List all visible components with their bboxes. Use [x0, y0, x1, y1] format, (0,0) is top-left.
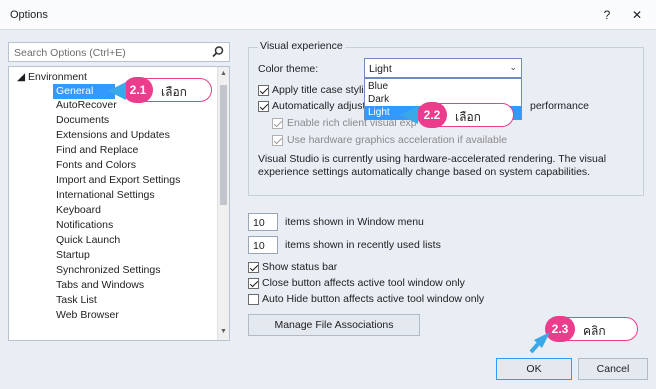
search-icon [212, 46, 224, 58]
tree-item-quick-launch[interactable]: Quick Launch [56, 233, 120, 248]
search-placeholder: Search Options (Ctrl+E) [14, 47, 126, 59]
hardware-accel-label: Use hardware graphics acceleration if av… [287, 134, 508, 146]
visual-experience-label: Visual experience [258, 40, 345, 52]
window-title: Options [10, 9, 48, 21]
cancel-button[interactable]: Cancel [578, 358, 648, 380]
show-status-bar-label: Show status bar [262, 261, 338, 273]
tree-item-find-replace[interactable]: Find and Replace [56, 143, 138, 158]
scroll-thumb[interactable] [220, 85, 227, 205]
close-button-label: Close button affects active tool window … [262, 277, 465, 289]
close-button-checkbox[interactable] [248, 278, 259, 289]
callout-badge: 2.2 [417, 102, 447, 128]
ok-button[interactable]: OK [496, 358, 572, 380]
callout-step-2-3: 2.3 คลิก [545, 316, 638, 342]
theme-option-blue[interactable]: Blue [365, 80, 521, 93]
window-menu-count-label: items shown in Window menu [285, 216, 424, 228]
color-theme-select[interactable]: Light ⌄ [364, 58, 522, 78]
apply-title-case-checkbox[interactable] [258, 85, 269, 96]
tree-item-synchronized[interactable]: Synchronized Settings [56, 263, 160, 278]
pointer-arrow-icon [529, 332, 550, 354]
auto-adjust-label-tail: performance [530, 100, 589, 112]
close-button[interactable]: ✕ [626, 6, 648, 24]
auto-hide-checkbox[interactable] [248, 294, 259, 305]
pointer-arrow-icon [400, 106, 418, 124]
tree-item-notifications[interactable]: Notifications [56, 218, 113, 233]
tree-item-import-export[interactable]: Import and Export Settings [56, 173, 180, 188]
callout-text: เลือก [455, 110, 481, 124]
manage-file-associations-button[interactable]: Manage File Associations [248, 314, 420, 336]
show-status-bar-checkbox[interactable] [248, 262, 259, 273]
callout-text: คลิก [583, 324, 606, 338]
color-theme-label: Color theme: [258, 63, 319, 75]
rendering-info-text: Visual Studio is currently using hardwar… [258, 153, 607, 178]
tree-item-documents[interactable]: Documents [56, 113, 109, 128]
options-dialog: Options ? ✕ Search Options (Ctrl+E) ◢ En… [0, 0, 656, 389]
tree-item-task-list[interactable]: Task List [56, 293, 97, 308]
options-tree[interactable]: ◢ Environment General AutoRecover Docume… [8, 66, 230, 341]
pointer-arrow-icon [108, 82, 126, 100]
tree-item-international[interactable]: International Settings [56, 188, 155, 203]
auto-adjust-checkbox[interactable] [258, 101, 269, 112]
callout-step-2-1: 2.1 เลือก [123, 77, 212, 103]
tree-scrollbar[interactable]: ▲ ▼ [217, 67, 229, 340]
callout-text: เลือก [161, 85, 187, 99]
tree-node-environment[interactable]: ◢ Environment [17, 70, 87, 85]
chevron-down-icon: ⌄ [509, 62, 517, 72]
auto-adjust-label: Automatically adjust [272, 100, 366, 112]
tree-item-tabs-windows[interactable]: Tabs and Windows [56, 278, 144, 293]
apply-title-case-label: Apply title case styli [272, 84, 364, 96]
scroll-down-icon[interactable]: ▼ [220, 328, 227, 335]
rich-client-checkbox[interactable] [272, 118, 283, 129]
hardware-accel-checkbox[interactable] [272, 135, 283, 146]
window-menu-count-input[interactable]: 10 [248, 213, 278, 231]
tree-item-startup[interactable]: Startup [56, 248, 90, 263]
tree-item-keyboard[interactable]: Keyboard [56, 203, 101, 218]
scroll-up-icon[interactable]: ▲ [220, 70, 227, 77]
tree-item-extensions[interactable]: Extensions and Updates [56, 128, 170, 143]
title-bar: Options ? ✕ [0, 0, 656, 30]
color-theme-value: Light [369, 63, 392, 75]
search-options-input[interactable]: Search Options (Ctrl+E) [8, 42, 230, 62]
callout-step-2-2: 2.2 เลือก [417, 102, 514, 128]
recent-lists-count-label: items shown in recently used lists [285, 239, 441, 251]
help-button[interactable]: ? [596, 6, 618, 24]
recent-lists-count-input[interactable]: 10 [248, 236, 278, 254]
auto-hide-label: Auto Hide button affects active tool win… [262, 293, 485, 305]
tree-item-web-browser[interactable]: Web Browser [56, 308, 119, 323]
tree-item-fonts-colors[interactable]: Fonts and Colors [56, 158, 136, 173]
